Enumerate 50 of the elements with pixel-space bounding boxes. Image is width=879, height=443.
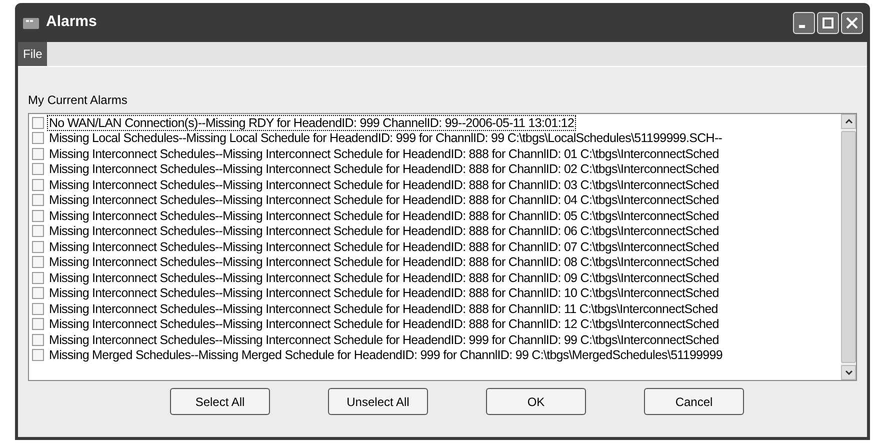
dialog-button[interactable]: Select All (170, 388, 270, 415)
alarm-item[interactable]: Missing Interconnect Schedules--Missing Interconnect Schedule for HeadendID: 888 for ChannlID: 08 C:\tbgs\InterconnectSched (47, 254, 721, 270)
checkbox[interactable] (32, 194, 44, 206)
alarm-item[interactable]: Missing Interconnect Schedules--Missing Interconnect Schedule for HeadendID: 888 for ChannlID: 02 C:\tbgs\InterconnectSched (47, 161, 721, 178)
checkbox[interactable] (32, 302, 44, 315)
alarm-item[interactable]: Missing Interconnect Schedules--Missing Interconnect Schedule for HeadendID: 888 for ChannlID: 01 C:\tbgs\InterconnectSched (47, 146, 721, 162)
list-label: My Current Alarms (28, 92, 128, 109)
checkbox[interactable] (32, 148, 44, 160)
dialog-button[interactable]: Cancel (644, 388, 744, 415)
chevron-down-icon (844, 370, 852, 375)
minimize-button[interactable] (793, 12, 815, 34)
checkbox[interactable] (32, 334, 44, 346)
alarm-item[interactable]: Missing Interconnect Schedules--Missing Interconnect Schedule for HeadendID: 888 for ChannlID: 10 C:\tbgs\InterconnectSched (47, 285, 721, 302)
alarm-item[interactable]: Missing Interconnect Schedules--Missing Interconnect Schedule for HeadendID: 999 for ChannlID: 99 C:\tbgs\InterconnectSched (47, 332, 721, 348)
checkbox[interactable] (32, 116, 44, 129)
checkbox[interactable] (32, 210, 44, 222)
alarm-item[interactable]: Missing Interconnect Schedules--Missing Interconnect Schedule for HeadendID: 888 for ChannlID: 05 C:\tbgs\InterconnectSched (47, 208, 721, 224)
scroll-up-button[interactable] (841, 114, 856, 129)
alarm-item[interactable]: Missing Interconnect Schedules--Missing Interconnect Schedule for HeadendID: 888 for ChannlID: 12 C:\tbgs\InterconnectSched (47, 316, 721, 332)
close-icon (846, 16, 858, 28)
checkbox[interactable] (32, 256, 44, 268)
dialog-button[interactable]: OK (486, 388, 586, 415)
alarm-item[interactable]: Missing Interconnect Schedules--Missing Interconnect Schedule for HeadendID: 888 for ChannlID: 06 C:\tbgs\InterconnectSched (47, 223, 721, 240)
dialog-button[interactable]: Unselect All (328, 388, 428, 415)
alarm-item[interactable]: Missing Local Schedules--Missing Local Schedule for HeadendID: 999 for ChannlID: 99 C:\tbgs\LocalSchedules\51199999.SCH-- (47, 130, 724, 146)
maximize-icon (822, 16, 834, 28)
checkbox[interactable] (32, 240, 44, 253)
alarm-item[interactable]: Missing Merged Schedules--Missing Merged Schedule for HeadendID: 999 for ChannlID: 99 C:\tbgs\MergedSchedules\51199999 (47, 347, 724, 364)
scroll-down-button[interactable] (841, 365, 856, 380)
checkbox[interactable] (32, 272, 44, 284)
checkbox[interactable] (32, 318, 44, 330)
close-button[interactable] (841, 12, 863, 34)
alarm-item[interactable]: Missing Interconnect Schedules--Missing Interconnect Schedule for HeadendID: 888 for ChannlID: 09 C:\tbgs\InterconnectSched (47, 270, 721, 286)
checkbox[interactable] (32, 287, 44, 300)
maximize-button[interactable] (817, 12, 839, 34)
alarm-item[interactable]: No WAN/LAN Connection(s)--Missing RDY for HeadendID: 999 ChannelID: 99--2006-05-11 13:01:12 (47, 114, 576, 131)
checkbox[interactable] (32, 178, 44, 191)
minimize-icon (799, 25, 805, 28)
alarm-item[interactable]: Missing Interconnect Schedules--Missing Interconnect Schedule for HeadendID: 888 for ChannlID: 04 C:\tbgs\InterconnectSched (47, 192, 721, 208)
menu-item[interactable]: File (18, 42, 48, 66)
chevron-up-icon (844, 119, 852, 124)
checkbox[interactable] (32, 132, 44, 144)
alarm-item[interactable]: Missing Interconnect Schedules--Missing Interconnect Schedule for HeadendID: 888 for ChannlID: 07 C:\tbgs\InterconnectSched (47, 238, 721, 255)
window-title: Alarms (46, 12, 97, 32)
checkbox[interactable] (32, 349, 44, 362)
alarm-item[interactable]: Missing Interconnect Schedules--Missing Interconnect Schedule for HeadendID: 888 for ChannlID: 11 C:\tbgs\InterconnectSched (47, 300, 720, 317)
alarm-item[interactable]: Missing Interconnect Schedules--Missing Interconnect Schedule for HeadendID: 888 for ChannlID: 03 C:\tbgs\InterconnectSched (47, 176, 721, 193)
checkbox[interactable] (32, 163, 44, 176)
app-icon (22, 16, 40, 30)
checkbox[interactable] (32, 225, 44, 238)
